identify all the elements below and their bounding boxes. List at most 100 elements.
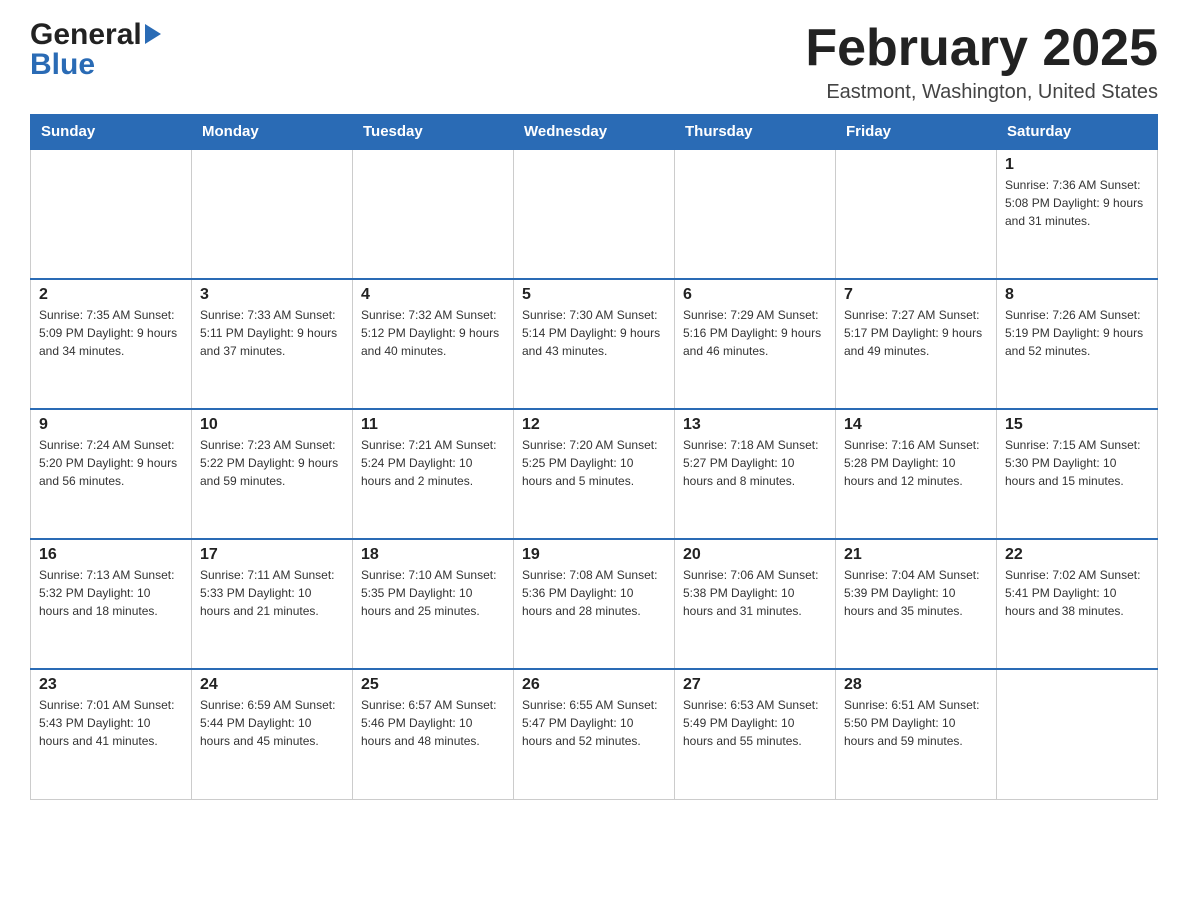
- day-number: 4: [361, 286, 505, 304]
- weekday-header-tuesday: Tuesday: [353, 115, 514, 150]
- calendar-cell: 15 Sunrise: 7:15 AM Sunset: 5:30 PM Dayli…: [997, 409, 1158, 539]
- day-info: Sunrise: 7:13 AM Sunset: 5:32 PM Dayligh…: [39, 566, 183, 620]
- day-number: 20: [683, 546, 827, 564]
- day-number: 26: [522, 676, 666, 694]
- calendar-cell: 1 Sunrise: 7:36 AM Sunset: 5:08 PM Daylig…: [997, 149, 1158, 279]
- calendar-cell: 26 Sunrise: 6:55 AM Sunset: 5:47 PM Dayli…: [514, 669, 675, 799]
- day-number: 5: [522, 286, 666, 304]
- logo: General Blue: [30, 20, 161, 80]
- weekday-header-wednesday: Wednesday: [514, 115, 675, 150]
- calendar-cell: 9Sunrise: 7:24 AM Sunset: 5:20 PM Daylig…: [31, 409, 192, 539]
- day-info: Sunrise: 7:08 AM Sunset: 5:36 PM Dayligh…: [522, 566, 666, 620]
- day-number: 21: [844, 546, 988, 564]
- day-number: 1: [1005, 156, 1149, 174]
- day-info: Sunrise: 6:53 AM Sunset: 5:49 PM Dayligh…: [683, 696, 827, 750]
- weekday-header-friday: Friday: [836, 115, 997, 150]
- day-number: 11: [361, 416, 505, 434]
- day-info: Sunrise: 7:20 AM Sunset: 5:25 PM Dayligh…: [522, 436, 666, 490]
- day-number: 25: [361, 676, 505, 694]
- calendar-cell: [836, 149, 997, 279]
- day-number: 28: [844, 676, 988, 694]
- calendar-cell: 2 Sunrise: 7:35 AM Sunset: 5:09 PM Daylig…: [31, 279, 192, 409]
- day-info: Sunrise: 7:16 AM Sunset: 5:28 PM Dayligh…: [844, 436, 988, 490]
- day-info: Sunrise: 7:29 AM Sunset: 5:16 PM Dayligh…: [683, 306, 827, 360]
- calendar-cell: 4 Sunrise: 7:32 AM Sunset: 5:12 PM Daylig…: [353, 279, 514, 409]
- day-number: 24: [200, 676, 344, 694]
- calendar-cell: 11 Sunrise: 7:21 AM Sunset: 5:24 PM Dayli…: [353, 409, 514, 539]
- day-number: 27: [683, 676, 827, 694]
- calendar-week-row: 23Sunrise: 7:01 AM Sunset: 5:43 PM Dayli…: [31, 669, 1158, 799]
- day-info: Sunrise: 7:32 AM Sunset: 5:12 PM Dayligh…: [361, 306, 505, 360]
- day-info: Sunrise: 7:26 AM Sunset: 5:19 PM Dayligh…: [1005, 306, 1149, 360]
- month-title: February 2025: [805, 20, 1158, 77]
- calendar-cell: 25 Sunrise: 6:57 AM Sunset: 5:46 PM Dayli…: [353, 669, 514, 799]
- weekday-header-row: SundayMondayTuesdayWednesdayThursdayFrid…: [31, 115, 1158, 150]
- calendar-cell: 10Sunrise: 7:23 AM Sunset: 5:22 PM Dayli…: [192, 409, 353, 539]
- calendar-week-row: 9Sunrise: 7:24 AM Sunset: 5:20 PM Daylig…: [31, 409, 1158, 539]
- calendar-week-row: 2 Sunrise: 7:35 AM Sunset: 5:09 PM Daylig…: [31, 279, 1158, 409]
- calendar-cell: 20Sunrise: 7:06 AM Sunset: 5:38 PM Dayli…: [675, 539, 836, 669]
- day-info: Sunrise: 7:33 AM Sunset: 5:11 PM Dayligh…: [200, 306, 344, 360]
- day-number: 18: [361, 546, 505, 564]
- calendar-cell: 14 Sunrise: 7:16 AM Sunset: 5:28 PM Dayli…: [836, 409, 997, 539]
- day-info: Sunrise: 7:11 AM Sunset: 5:33 PM Dayligh…: [200, 566, 344, 620]
- calendar-cell: [514, 149, 675, 279]
- day-info: Sunrise: 7:36 AM Sunset: 5:08 PM Dayligh…: [1005, 176, 1149, 230]
- calendar-cell: 17 Sunrise: 7:11 AM Sunset: 5:33 PM Dayli…: [192, 539, 353, 669]
- calendar-week-row: 1 Sunrise: 7:36 AM Sunset: 5:08 PM Daylig…: [31, 149, 1158, 279]
- day-info: Sunrise: 7:01 AM Sunset: 5:43 PM Dayligh…: [39, 696, 183, 750]
- weekday-header-saturday: Saturday: [997, 115, 1158, 150]
- calendar-week-row: 16 Sunrise: 7:13 AM Sunset: 5:32 PM Dayli…: [31, 539, 1158, 669]
- day-number: 2: [39, 286, 183, 304]
- calendar-cell: 18 Sunrise: 7:10 AM Sunset: 5:35 PM Dayli…: [353, 539, 514, 669]
- day-number: 15: [1005, 416, 1149, 434]
- calendar-cell: [997, 669, 1158, 799]
- calendar-cell: 24 Sunrise: 6:59 AM Sunset: 5:44 PM Dayli…: [192, 669, 353, 799]
- calendar-cell: 8 Sunrise: 7:26 AM Sunset: 5:19 PM Daylig…: [997, 279, 1158, 409]
- day-info: Sunrise: 7:15 AM Sunset: 5:30 PM Dayligh…: [1005, 436, 1149, 490]
- day-info: Sunrise: 6:59 AM Sunset: 5:44 PM Dayligh…: [200, 696, 344, 750]
- weekday-header-monday: Monday: [192, 115, 353, 150]
- calendar-cell: [353, 149, 514, 279]
- day-number: 3: [200, 286, 344, 304]
- calendar-cell: 23Sunrise: 7:01 AM Sunset: 5:43 PM Dayli…: [31, 669, 192, 799]
- location-subtitle: Eastmont, Washington, United States: [805, 81, 1158, 104]
- calendar-cell: 3 Sunrise: 7:33 AM Sunset: 5:11 PM Daylig…: [192, 279, 353, 409]
- day-number: 8: [1005, 286, 1149, 304]
- weekday-header-thursday: Thursday: [675, 115, 836, 150]
- day-number: 10: [200, 416, 344, 434]
- calendar-cell: 27 Sunrise: 6:53 AM Sunset: 5:49 PM Dayli…: [675, 669, 836, 799]
- calendar-cell: [31, 149, 192, 279]
- calendar-cell: 5 Sunrise: 7:30 AM Sunset: 5:14 PM Daylig…: [514, 279, 675, 409]
- day-number: 13: [683, 416, 827, 434]
- calendar-cell: 6 Sunrise: 7:29 AM Sunset: 5:16 PM Daylig…: [675, 279, 836, 409]
- day-number: 16: [39, 546, 183, 564]
- day-number: 6: [683, 286, 827, 304]
- day-info: Sunrise: 6:55 AM Sunset: 5:47 PM Dayligh…: [522, 696, 666, 750]
- calendar-cell: 12 Sunrise: 7:20 AM Sunset: 5:25 PM Dayli…: [514, 409, 675, 539]
- calendar-cell: [192, 149, 353, 279]
- day-info: Sunrise: 6:51 AM Sunset: 5:50 PM Dayligh…: [844, 696, 988, 750]
- weekday-header-sunday: Sunday: [31, 115, 192, 150]
- day-info: Sunrise: 7:30 AM Sunset: 5:14 PM Dayligh…: [522, 306, 666, 360]
- day-number: 14: [844, 416, 988, 434]
- day-number: 7: [844, 286, 988, 304]
- day-info: Sunrise: 7:27 AM Sunset: 5:17 PM Dayligh…: [844, 306, 988, 360]
- day-number: 17: [200, 546, 344, 564]
- logo-blue-text: Blue: [30, 50, 95, 80]
- calendar-cell: [675, 149, 836, 279]
- day-info: Sunrise: 7:10 AM Sunset: 5:35 PM Dayligh…: [361, 566, 505, 620]
- day-number: 12: [522, 416, 666, 434]
- logo-triangle-icon: [145, 24, 161, 44]
- calendar-cell: 16 Sunrise: 7:13 AM Sunset: 5:32 PM Dayli…: [31, 539, 192, 669]
- day-info: Sunrise: 7:24 AM Sunset: 5:20 PM Dayligh…: [39, 436, 183, 490]
- day-info: Sunrise: 7:21 AM Sunset: 5:24 PM Dayligh…: [361, 436, 505, 490]
- day-info: Sunrise: 7:35 AM Sunset: 5:09 PM Dayligh…: [39, 306, 183, 360]
- day-info: Sunrise: 6:57 AM Sunset: 5:46 PM Dayligh…: [361, 696, 505, 750]
- day-info: Sunrise: 7:02 AM Sunset: 5:41 PM Dayligh…: [1005, 566, 1149, 620]
- page-header: General Blue February 2025 Eastmont, Was…: [30, 20, 1158, 104]
- calendar-cell: 21Sunrise: 7:04 AM Sunset: 5:39 PM Dayli…: [836, 539, 997, 669]
- day-info: Sunrise: 7:18 AM Sunset: 5:27 PM Dayligh…: [683, 436, 827, 490]
- calendar-table: SundayMondayTuesdayWednesdayThursdayFrid…: [30, 114, 1158, 800]
- day-number: 22: [1005, 546, 1149, 564]
